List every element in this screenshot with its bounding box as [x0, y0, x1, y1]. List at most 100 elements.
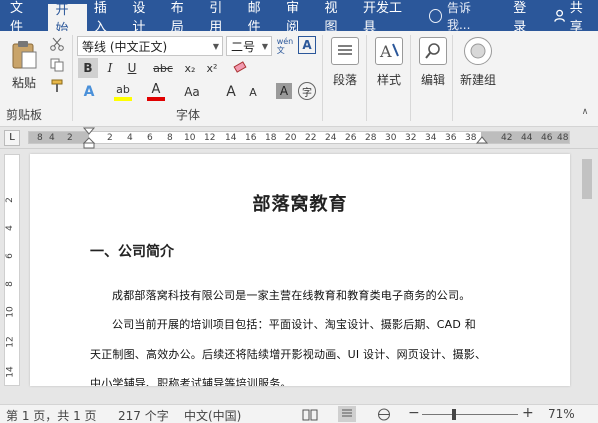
highlight-label: ab: [116, 83, 130, 96]
tab-home[interactable]: 开始: [48, 3, 87, 37]
ruler-tick: 34: [425, 133, 437, 143]
zoom-slider-thumb[interactable]: [452, 409, 456, 420]
paragraph-button[interactable]: 段落: [322, 37, 368, 88]
font-color-button[interactable]: A: [144, 81, 168, 103]
chevron-down-icon: ▼: [212, 42, 219, 51]
format-painter-button[interactable]: [47, 77, 67, 95]
tab-selector[interactable]: L: [4, 130, 20, 146]
font-size-value: 二号: [231, 39, 256, 54]
scrollbar-thumb[interactable]: [582, 159, 592, 199]
word-count[interactable]: 217 个字: [118, 407, 169, 423]
share-label: 共享: [569, 0, 583, 35]
change-case-button[interactable]: Aa: [180, 81, 204, 103]
paragraph-line: 成都部落窝科技有限公司是一家主营在线教育和教育类电子商务的公司。: [112, 289, 471, 302]
tab-references[interactable]: 引用: [202, 0, 240, 35]
underline-button[interactable]: U: [122, 58, 142, 78]
paste-label: 粘贴: [11, 75, 36, 90]
tab-mailings[interactable]: 邮件: [241, 0, 279, 35]
text-effects-button[interactable]: A: [78, 81, 100, 103]
copy-button[interactable]: [47, 56, 67, 74]
new-group-button[interactable]: 新建组: [454, 37, 502, 88]
eraser-icon: [233, 61, 247, 73]
styles-button[interactable]: A 样式: [366, 37, 412, 88]
horizontal-ruler: L 8 4 2 2 4 6 8 10 12 14 16 18 20 22 24 …: [0, 127, 598, 149]
ruler-tick: 18: [265, 133, 277, 143]
tab-design[interactable]: 设计: [125, 0, 163, 35]
font-color-label: A: [151, 82, 161, 97]
paragraph-line: 天正制图、高效办公。后续还将陆续增开影视动画、UI 设计、网页设计、摄影、: [90, 348, 487, 361]
zoom-out-button[interactable]: −: [408, 405, 420, 421]
page-count[interactable]: 第 1 页，共 1 页: [6, 407, 97, 423]
svg-text:A: A: [379, 42, 392, 61]
new-group-label: 新建组: [459, 73, 496, 87]
ruler-tick: 48: [557, 133, 569, 143]
ruler-tick: 10: [5, 306, 16, 318]
language-indicator[interactable]: 中文(中国): [184, 407, 241, 423]
ruler-tick: 46: [541, 133, 553, 143]
indent-marker-icon[interactable]: [82, 127, 96, 149]
phonetic-guide-button[interactable]: wén 文: [275, 34, 295, 58]
ruler-tick: 30: [385, 133, 397, 143]
ruler-tick: 22: [305, 133, 317, 143]
cut-button[interactable]: [47, 35, 67, 53]
ruler-tick: 6: [4, 253, 15, 259]
character-shading-button[interactable]: A: [276, 83, 292, 99]
ruler-tick: 36: [445, 133, 457, 143]
paragraph-icon: [331, 37, 359, 65]
highlight-button[interactable]: ab: [110, 81, 136, 103]
strikethrough-button[interactable]: abc: [150, 58, 176, 78]
tab-layout[interactable]: 布局: [164, 0, 202, 35]
ruler-tick: 8: [4, 281, 15, 287]
tab-insert[interactable]: 插入: [87, 0, 125, 35]
ruler-tick: 20: [285, 133, 297, 143]
vertical-scrollbar[interactable]: [578, 149, 596, 386]
clear-formatting-button[interactable]: [230, 58, 250, 78]
login-button[interactable]: 登录: [513, 0, 537, 35]
font-name-dropdown[interactable]: 等线 (中文正文) ▼: [77, 36, 223, 56]
print-layout-icon[interactable]: [338, 406, 356, 422]
paragraph-line: 中小学辅导、职称考试辅导等培训服务。: [90, 377, 292, 386]
ruler-tick: 4: [4, 225, 15, 231]
superscript-button[interactable]: x²: [202, 58, 222, 78]
read-mode-icon[interactable]: [302, 408, 318, 421]
enclose-characters-button[interactable]: 字: [298, 82, 316, 100]
ruler-tick: 6: [147, 133, 153, 143]
zoom-slider-track[interactable]: [422, 414, 518, 415]
tell-me-box[interactable]: 告诉我...: [428, 0, 491, 33]
font-name-value: 等线 (中文正文): [82, 39, 168, 54]
tab-view[interactable]: 视图: [318, 0, 356, 35]
collapse-ribbon-icon[interactable]: ∧: [578, 105, 592, 119]
document-page[interactable]: 部落窝教育 一、公司简介 成都部落窝科技有限公司是一家主营在线教育和教育类电子商…: [30, 154, 570, 386]
clipboard-group-label: 剪贴板: [6, 108, 43, 122]
character-border-button[interactable]: A: [298, 36, 316, 54]
share-button[interactable]: 共享: [550, 0, 598, 35]
highlight-color-bar: [114, 97, 132, 101]
zoom-level[interactable]: 71%: [548, 407, 575, 421]
tab-review[interactable]: 审阅: [279, 0, 317, 35]
separator: [452, 35, 453, 121]
web-layout-icon[interactable]: [376, 408, 392, 421]
vertical-ruler: 2 4 6 8 10 12 14: [4, 154, 20, 386]
ruler-tick: 24: [325, 133, 337, 143]
subscript-button[interactable]: x₂: [180, 58, 200, 78]
lightbulb-icon: [428, 8, 442, 23]
tab-file[interactable]: 文件: [0, 0, 48, 35]
ruler-tick: 8: [167, 133, 173, 143]
zoom-in-button[interactable]: +: [522, 405, 534, 421]
right-indent-marker-icon[interactable]: [475, 136, 489, 148]
font-size-dropdown[interactable]: 二号 ▼: [226, 36, 272, 56]
search-icon: [419, 37, 447, 65]
ruler-tick: 2: [67, 133, 73, 143]
ruler-tick: 26: [345, 133, 357, 143]
ruler-tick: 4: [49, 133, 55, 143]
bold-button[interactable]: B: [78, 58, 98, 78]
paste-button[interactable]: 粘贴: [6, 37, 42, 93]
editing-button[interactable]: 编辑: [410, 37, 456, 88]
tab-developer[interactable]: 开发工具: [356, 0, 419, 35]
shrink-font-button[interactable]: A: [244, 81, 262, 103]
grow-font-button[interactable]: A: [222, 81, 240, 103]
paragraph-label: 段落: [332, 73, 357, 87]
ruler-tick: 28: [365, 133, 377, 143]
ruler-tick: 12: [5, 336, 16, 348]
italic-button[interactable]: I: [100, 58, 120, 78]
